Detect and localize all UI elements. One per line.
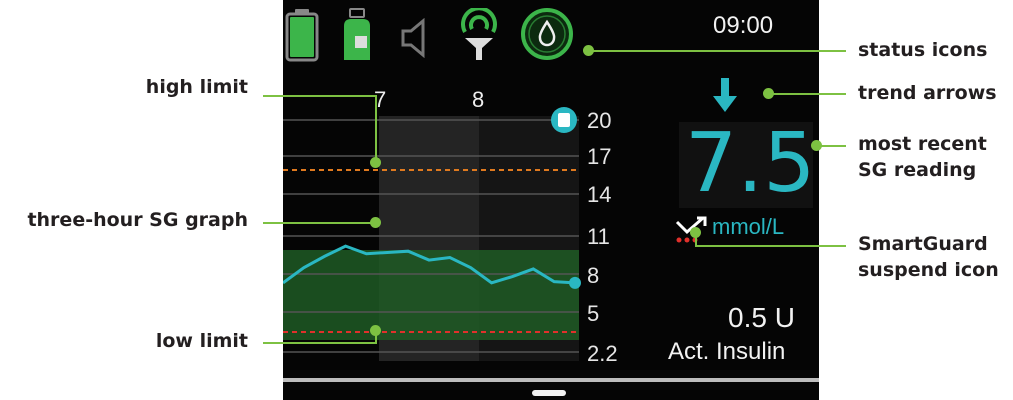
smartguard-drop-icon: [521, 8, 573, 60]
y-tick: 17: [587, 144, 612, 169]
bottom-divider: [283, 378, 819, 382]
sg-unit: mmol/L: [712, 214, 785, 239]
battery-icon: [285, 9, 319, 62]
leader-sg-graph-dot: [370, 217, 381, 228]
active-insulin-value: 0.5 U: [728, 302, 795, 333]
callout-sg-graph: three-hour SG graph: [27, 209, 248, 231]
leader-high-limit-dot: [370, 157, 381, 168]
y-tick: 20: [587, 108, 612, 133]
leader-low-limit-dot: [370, 325, 381, 336]
leader-high-limit: [263, 95, 376, 97]
status-bar: 09:00: [283, 0, 819, 70]
sensor-connection-icon: [461, 8, 497, 60]
y-tick: 2.2: [587, 341, 618, 366]
clock-time: 09:00: [713, 12, 774, 39]
leader-smartguard-dot: [690, 227, 701, 238]
y-tick: 14: [587, 182, 612, 207]
leader-high-limit-drop: [375, 95, 377, 163]
callout-low-limit: low limit: [155, 330, 248, 352]
callout-smartguard-line1: SmartGuard: [858, 233, 988, 255]
active-insulin-label: Act. Insulin: [668, 338, 786, 365]
callout-recent-sg-line1: most recent: [858, 133, 987, 155]
x-tick-8: 8: [472, 87, 485, 112]
callout-smartguard-line2: suspend icon: [858, 259, 999, 281]
callout-smartguard: SmartGuard suspend icon: [858, 231, 999, 283]
leader-sg-graph: [263, 222, 375, 224]
callout-high-limit: high limit: [145, 76, 248, 98]
callout-recent-sg-line2: SG reading: [858, 159, 977, 181]
leader-status-icons: [588, 50, 846, 52]
y-tick: 11: [587, 224, 610, 249]
leader-low-limit: [263, 342, 376, 344]
y-tick: 8: [587, 263, 600, 288]
leader-recent-sg-dot: [811, 140, 822, 151]
target-band: [283, 250, 579, 340]
pump-screen: 09:00 7 8 20 17 14 11 8 5 2.2 7.5 mmol/L…: [283, 0, 819, 400]
calibration-badge-glyph: [558, 113, 570, 127]
callout-trend-arrows: trend arrows: [858, 82, 997, 104]
sg-latest-dot: [569, 276, 581, 289]
callout-status-icons: status icons: [858, 39, 988, 61]
home-handle[interactable]: [532, 390, 566, 396]
y-tick: 5: [587, 301, 600, 326]
leader-smartguard: [695, 245, 846, 247]
leader-trend-arrows: [768, 93, 846, 95]
reservoir-icon: [344, 8, 370, 60]
callout-recent-sg: most recent SG reading: [858, 131, 987, 183]
leader-status-icons-dot: [583, 45, 594, 56]
sg-reading-value: 7.5: [685, 116, 816, 211]
speaker-muted-icon: [401, 18, 425, 58]
leader-trend-arrows-dot: [763, 88, 774, 99]
down-arrow-icon: [713, 78, 737, 112]
